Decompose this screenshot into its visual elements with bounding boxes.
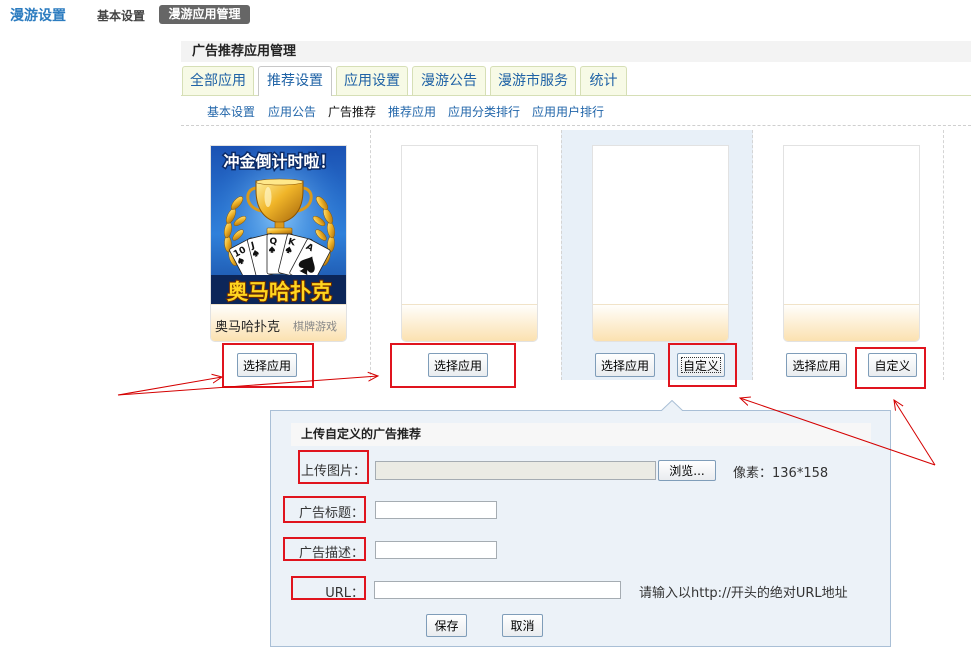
annotation-arrow [117, 377, 222, 396]
banner-headline: 冲金倒计时啦！ [223, 152, 335, 171]
topbar-app-management-tab[interactable]: 漫游应用管理 [159, 5, 250, 24]
section-divider [181, 125, 971, 126]
slot-divider [752, 130, 753, 380]
app-name: 奥马哈扑克 [215, 320, 281, 335]
svg-text:Q: Q [270, 237, 278, 247]
slot-divider [943, 130, 944, 380]
app-category: 棋牌游戏 [293, 320, 337, 333]
tab-statistics[interactable]: 统计 [580, 66, 627, 95]
ad-title-input[interactable] [375, 501, 497, 519]
subnav-ad-recommend[interactable]: 广告推荐 [328, 103, 376, 120]
select-app-button-4[interactable]: 选择应用 [786, 353, 847, 377]
card-caption [784, 304, 919, 341]
select-app-button-1[interactable]: 选择应用 [237, 353, 297, 377]
topbar-basic-settings-link[interactable]: 基本设置 [97, 7, 145, 24]
custom-ad-button-3[interactable]: 自定义 [677, 353, 725, 377]
tab-recommend-settings[interactable]: 推荐设置 [258, 66, 332, 96]
annotation-arrow [117, 376, 378, 396]
image-path-field[interactable] [375, 461, 656, 480]
ad-slot-card-2[interactable] [401, 145, 538, 342]
subnav-category-ranking[interactable]: 应用分类排行 [448, 103, 520, 120]
url-input[interactable] [374, 581, 621, 599]
image-size-hint: 像素：136*158 [733, 466, 829, 481]
browse-button[interactable]: 浏览... [658, 460, 716, 481]
tab-all-apps[interactable]: 全部应用 [182, 66, 254, 95]
card-caption: 奥马哈扑克 棋牌游戏 [211, 304, 346, 341]
select-app-button-2[interactable]: 选择应用 [428, 353, 488, 377]
upload-image-label: 上传图片： [300, 464, 366, 479]
card-caption [593, 304, 728, 341]
ad-slot-card-3[interactable] [592, 145, 729, 342]
banner-logo-text: 奥马哈扑克 [227, 280, 332, 304]
ad-desc-label: 广告描述： [298, 546, 364, 561]
tab-market-service[interactable]: 漫游市服务 [490, 66, 576, 95]
ad-title-label: 广告标题： [298, 506, 364, 521]
popup-pointer-icon [661, 400, 683, 412]
slot-divider [561, 130, 562, 380]
app-title: 漫游设置 [10, 8, 66, 24]
panel-title: 广告推荐应用管理 [181, 41, 971, 62]
url-hint: 请输入以http://开头的绝对URL地址 [639, 586, 848, 601]
ad-slot-card-1[interactable]: 10 J Q K A 冲金倒计时啦！ 奥马哈扑克 奥马哈扑克 棋牌游戏 [210, 145, 347, 342]
custom-ad-button-4[interactable]: 自定义 [868, 353, 917, 377]
subnav-user-ranking[interactable]: 应用用户排行 [532, 103, 604, 120]
subnav-basic-settings[interactable]: 基本设置 [207, 103, 255, 120]
popup-title: 上传自定义的广告推荐 [291, 423, 871, 446]
tab-app-settings[interactable]: 应用设置 [336, 66, 408, 95]
select-app-button-3[interactable]: 选择应用 [595, 353, 655, 377]
subnav-app-notice[interactable]: 应用公告 [268, 103, 316, 120]
ad-desc-input[interactable] [375, 541, 497, 559]
ad-slot-card-4[interactable] [783, 145, 920, 342]
card-caption [402, 304, 537, 341]
tab-roaming-notice[interactable]: 漫游公告 [412, 66, 486, 95]
app-banner-image: 10 J Q K A 冲金倒计时啦！ 奥马哈扑克 [211, 146, 346, 306]
subnav-recommended-apps[interactable]: 推荐应用 [388, 103, 436, 120]
cancel-button[interactable]: 取消 [502, 614, 543, 637]
save-button[interactable]: 保存 [426, 614, 467, 637]
url-label: URL： [325, 586, 364, 601]
slot-divider [370, 130, 371, 380]
annotation-arrow [894, 400, 936, 466]
